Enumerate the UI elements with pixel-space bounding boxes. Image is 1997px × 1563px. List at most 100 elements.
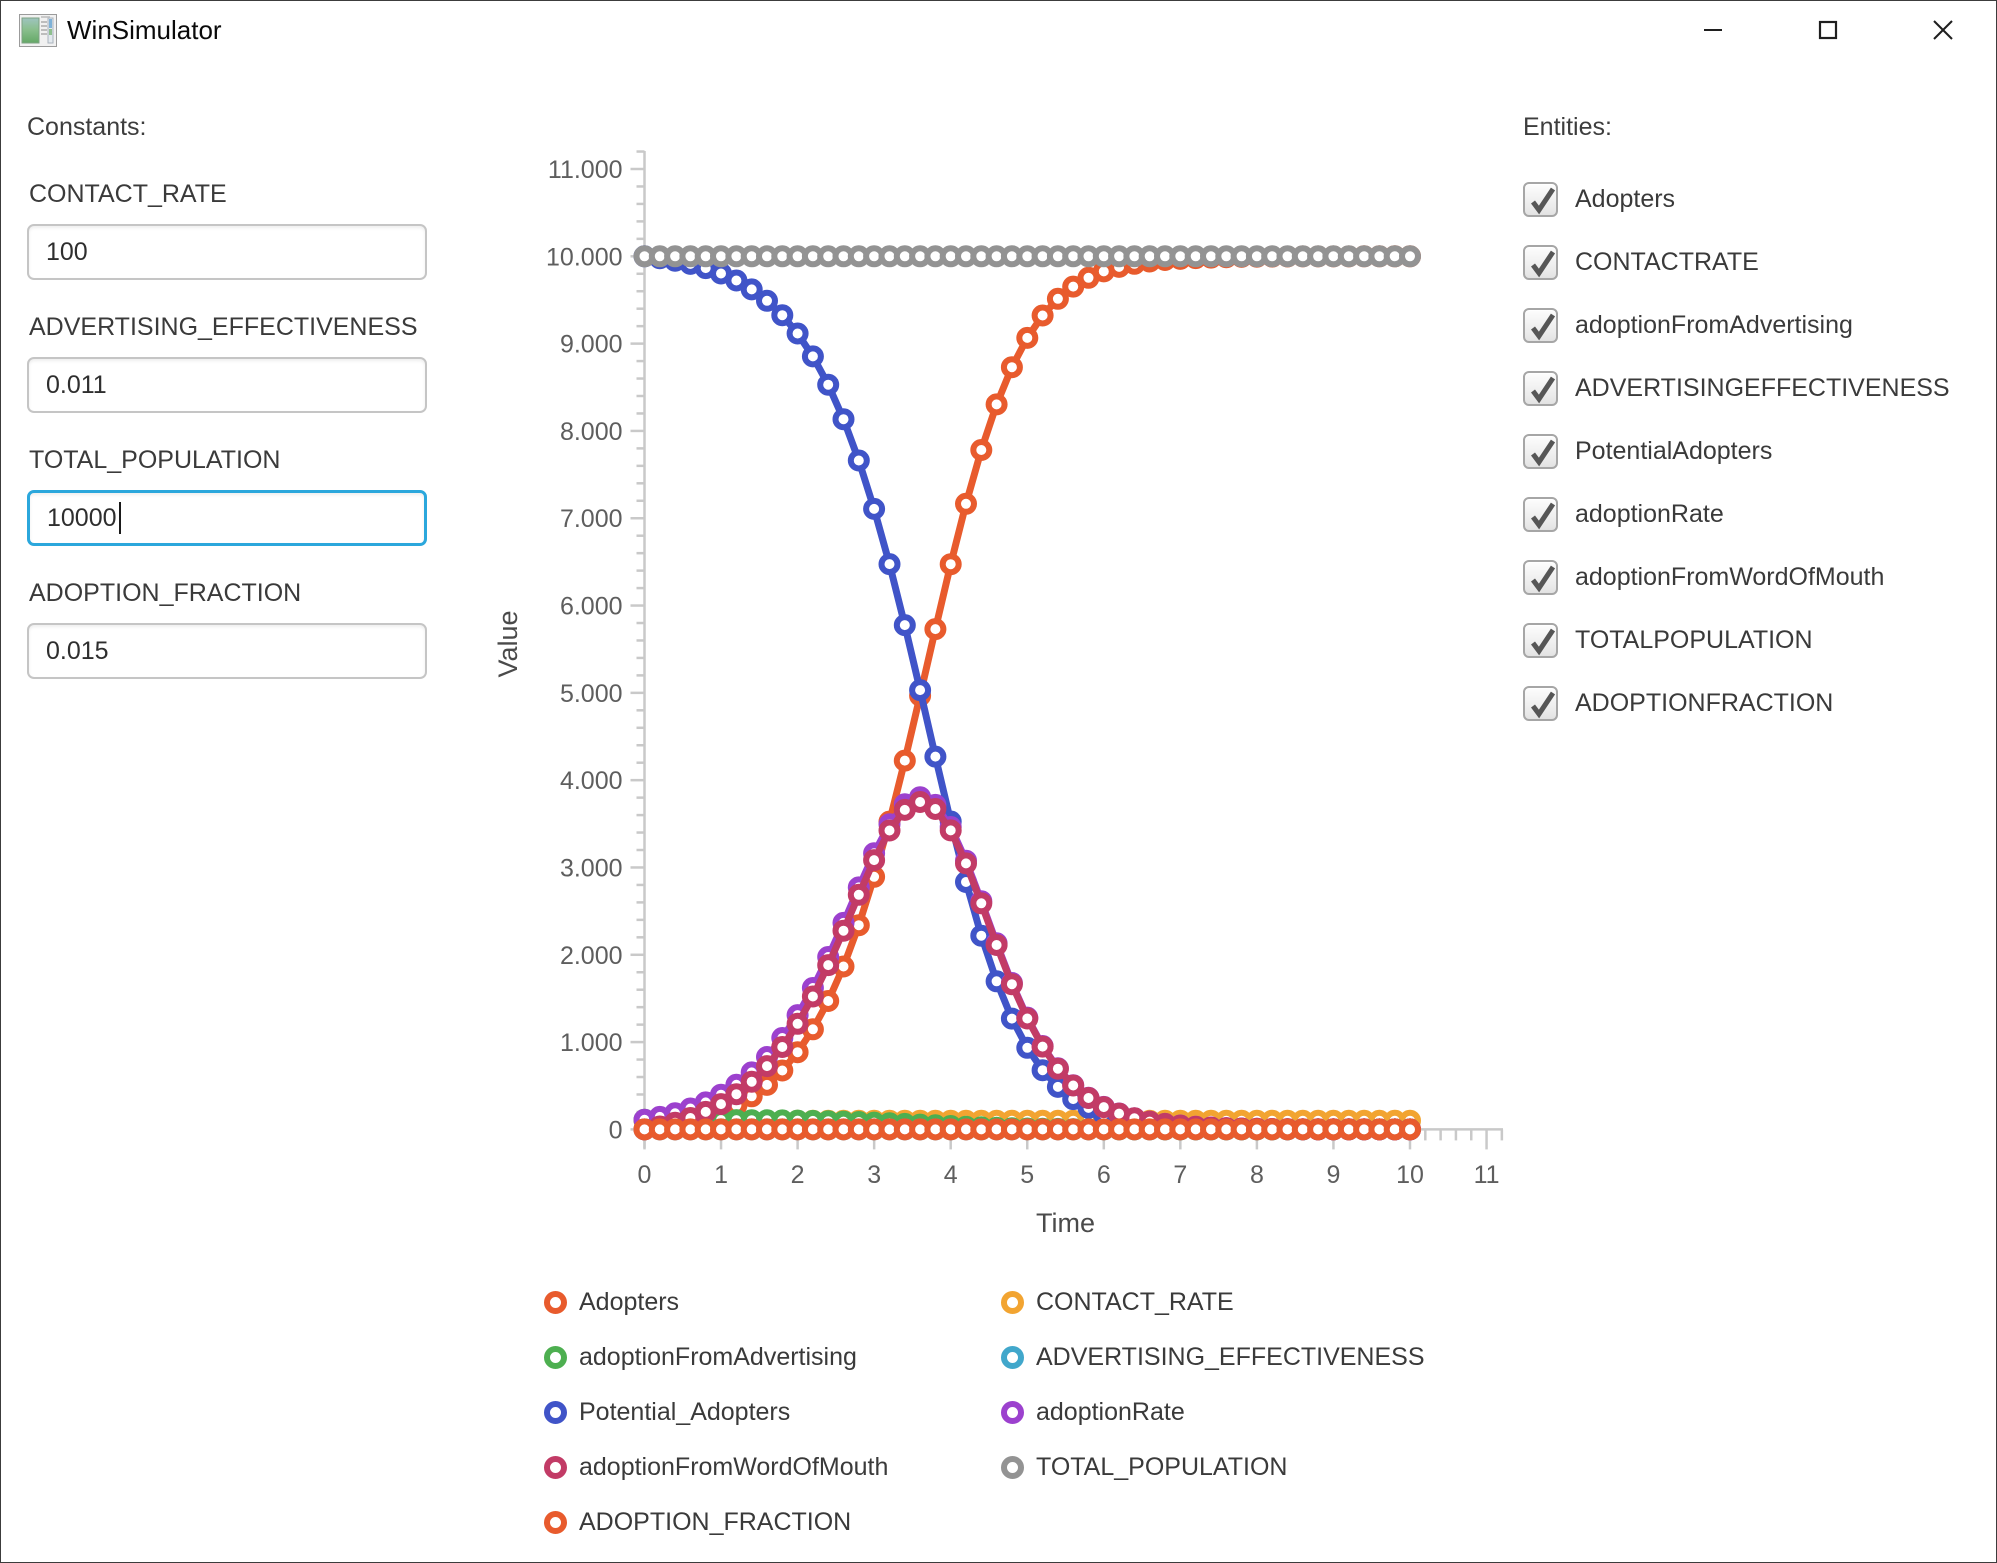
checkbox-adopters[interactable] [1523,182,1558,217]
series-marker-potential_adopters [1035,1062,1051,1078]
series-marker-potential_adopters [1356,1121,1372,1137]
series-marker-contact_rate [1387,1113,1403,1129]
series-marker-adoptionrate [1402,1121,1418,1137]
series-marker-potential_adopters [790,326,806,342]
series-marker-adoptionfromadvertising [1142,1121,1158,1137]
constant-input-total_population[interactable]: 10000 [27,490,427,546]
series-marker-adoption_fraction [1341,1121,1357,1137]
checkbox-adoptionrate[interactable] [1523,497,1558,532]
entity-label: Adopters [1575,185,1675,214]
series-marker-adoption_fraction [1402,1121,1418,1137]
app-window: WinSimulator Constants: CONTACT_RATE100A… [0,0,1997,1563]
series-marker-contact_rate [912,1113,928,1129]
series-marker-adoptionfromwordofmouth [1035,1039,1051,1055]
series-marker-total_population [805,248,821,264]
series-marker-adoptionfromwordofmouth [1402,1121,1418,1137]
legend-item-adoptionfromwordofmouth: adoptionFromWordOfMouth [544,1455,1001,1479]
checkbox-totalpopulation[interactable] [1523,623,1558,658]
series-marker-potential_adopters [667,253,683,269]
minimize-button[interactable] [1673,1,1753,59]
series-marker-total_population [943,248,959,264]
series-marker-adoptionrate [728,1077,744,1093]
series-marker-adoptionfromwordofmouth [1019,1011,1035,1027]
series-marker-adoption_fraction [759,1121,775,1137]
series-marker-adoptionfromwordofmouth [1050,1061,1066,1077]
series-marker-adoptionfromwordofmouth [1081,1090,1097,1106]
constant-input-adoption_fraction[interactable]: 0.015 [27,623,427,679]
checkbox-adoptionfraction[interactable] [1523,686,1558,721]
series-marker-total_population [1280,248,1296,264]
legend-item-advertising_effectiveness: ADVERTISING_EFFECTIVENESS [1001,1345,1425,1369]
series-marker-adoption_fraction [927,1121,943,1137]
series-marker-adoptionfromadvertising [1402,1121,1418,1137]
series-marker-total_population [667,248,683,264]
series-marker-adoptionfromwordofmouth [943,822,959,838]
legend-label: CONTACT_RATE [1036,1288,1234,1317]
series-marker-adopters [682,1114,698,1130]
series-marker-total_population [1111,248,1127,264]
maximize-button[interactable] [1788,1,1868,59]
series-marker-adoption_fraction [1004,1121,1020,1137]
series-marker-contact_rate [851,1113,867,1129]
constant-input-contact_rate[interactable]: 100 [27,224,427,280]
series-marker-adoption_fraction [1387,1121,1403,1137]
series-marker-total_population [882,248,898,264]
series-marker-advertising_effectiveness [1264,1121,1280,1137]
y-tick-label: 0 [609,1116,623,1144]
legend-label: TOTAL_POPULATION [1036,1453,1287,1482]
series-marker-contact_rate [973,1113,989,1129]
series-marker-adoption_fraction [1249,1121,1265,1137]
series-marker-potential_adopters [1280,1121,1296,1137]
series-marker-adoptionfromwordofmouth [820,957,836,973]
legend-item-potential_adopters: Potential_Adopters [544,1400,1001,1424]
legend-column-2: CONTACT_RATEADVERTISING_EFFECTIVENESSado… [1001,1290,1425,1563]
checkbox-potentialadopters[interactable] [1523,434,1558,469]
constant-input-advertising_effectiveness[interactable]: 0.011 [27,357,427,413]
series-marker-adoptionfromadvertising [652,1112,668,1128]
series-marker-adoptionfromadvertising [1081,1121,1097,1137]
entity-label: adoptionRate [1575,500,1724,529]
series-marker-contact_rate [790,1113,806,1129]
checkbox-adoptionfromwordofmouth[interactable] [1523,560,1558,595]
series-marker-adopters [1157,252,1173,268]
series-marker-adopters [1096,263,1112,279]
series-marker-potential_adopters [728,273,744,289]
series-marker-contact_rate [1188,1113,1204,1129]
x-tick-label: 0 [638,1161,652,1189]
series-line-potential_adopters [645,256,1411,1129]
legend-label: adoptionFromAdvertising [579,1343,857,1372]
series-marker-advertising_effectiveness [866,1121,882,1137]
series-marker-adoptionfromwordofmouth [1295,1121,1311,1137]
series-marker-adoption_fraction [1356,1121,1372,1137]
y-tick-label: 2.000 [560,942,623,970]
series-marker-adopters [728,1097,744,1113]
series-marker-advertising_effectiveness [927,1121,943,1137]
x-tick-label: 4 [944,1161,958,1189]
series-marker-total_population [1035,248,1051,264]
constant-label-contact_rate: CONTACT_RATE [29,180,431,209]
series-marker-adoption_fraction [1371,1121,1387,1137]
series-marker-potential_adopters [1142,1116,1158,1132]
series-marker-adoption_fraction [1218,1121,1234,1137]
checkbox-adoptionfromadvertising[interactable] [1523,308,1558,343]
series-marker-advertising_effectiveness [1203,1121,1219,1137]
close-button[interactable] [1903,1,1983,59]
series-marker-adoption_fraction [1172,1121,1188,1137]
series-marker-contact_rate [1081,1113,1097,1129]
series-marker-adoption_fraction [989,1121,1005,1137]
series-marker-adoption_fraction [897,1121,913,1137]
x-tick-label: 5 [1020,1161,1034,1189]
series-marker-potential_adopters [973,928,989,944]
series-marker-adoptionfromwordofmouth [1325,1121,1341,1137]
series-marker-adoptionfromwordofmouth [682,1110,698,1126]
checkbox-contactrate[interactable] [1523,245,1558,280]
legend-ring-icon [1001,1401,1024,1424]
checkbox-advertisingeffectiveness[interactable] [1523,371,1558,406]
series-marker-potential_adopters [774,307,790,323]
entity-row-advertisingeffectiveness: ADVERTISINGEFFECTIVENESS [1523,371,1993,406]
series-marker-adopters [866,869,882,885]
y-tick-label: 3.000 [560,854,623,882]
series-marker-potential_adopters [698,260,714,276]
series-marker-potential_adopters [1126,1114,1142,1130]
series-marker-potential_adopters [637,248,653,264]
